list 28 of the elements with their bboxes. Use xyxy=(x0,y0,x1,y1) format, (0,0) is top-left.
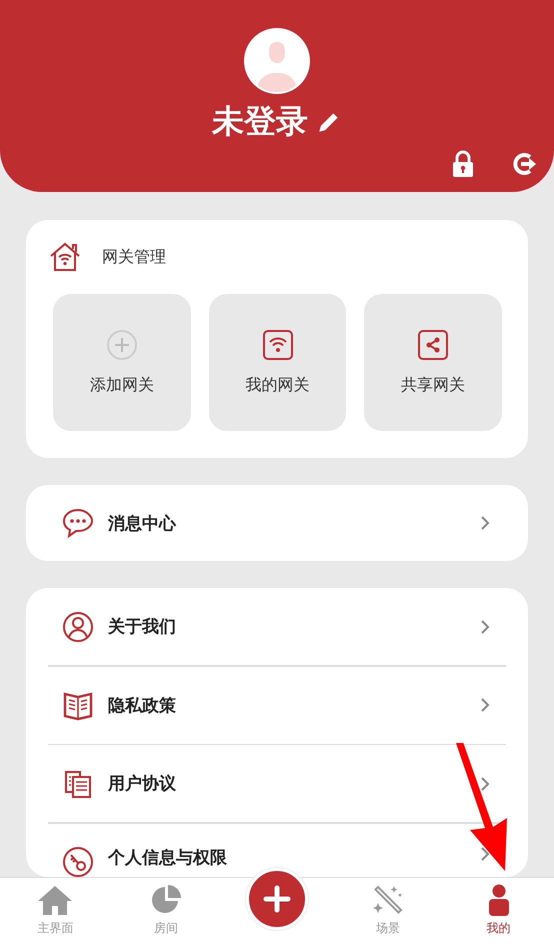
logout-icon[interactable] xyxy=(512,152,538,176)
home-wifi-icon xyxy=(48,242,82,272)
gateway-tile[interactable]: 添加网关 xyxy=(53,294,191,431)
user-name[interactable]: 未登录 xyxy=(212,100,308,144)
wifi-icon xyxy=(262,329,294,361)
message-center-row[interactable]: 消息中心 xyxy=(26,485,528,561)
chevron-right-icon xyxy=(480,515,490,531)
chevron-right-icon xyxy=(480,846,490,862)
add-button[interactable] xyxy=(246,868,308,930)
chevron-right-icon xyxy=(480,697,490,713)
plus-icon xyxy=(262,884,292,914)
add-icon xyxy=(106,329,138,361)
lock-icon[interactable] xyxy=(452,150,474,178)
person-icon xyxy=(62,610,94,642)
gateway-tile[interactable]: 我的网关 xyxy=(208,294,346,431)
gateway-tile[interactable]: 共享网关 xyxy=(364,294,502,431)
key-icon xyxy=(62,846,94,878)
chevron-right-icon xyxy=(480,776,490,792)
section-title: 网关管理 xyxy=(102,246,166,268)
home-icon xyxy=(37,884,74,916)
chat-bubble-icon xyxy=(62,507,94,539)
magic-wand-icon xyxy=(372,884,404,916)
share-icon xyxy=(417,329,450,361)
nav-tab[interactable]: 我的 xyxy=(443,878,554,947)
avatar-icon[interactable] xyxy=(244,28,310,94)
pie-chart-icon xyxy=(150,884,182,916)
chevron-right-icon xyxy=(480,618,490,634)
person-icon xyxy=(486,884,511,916)
